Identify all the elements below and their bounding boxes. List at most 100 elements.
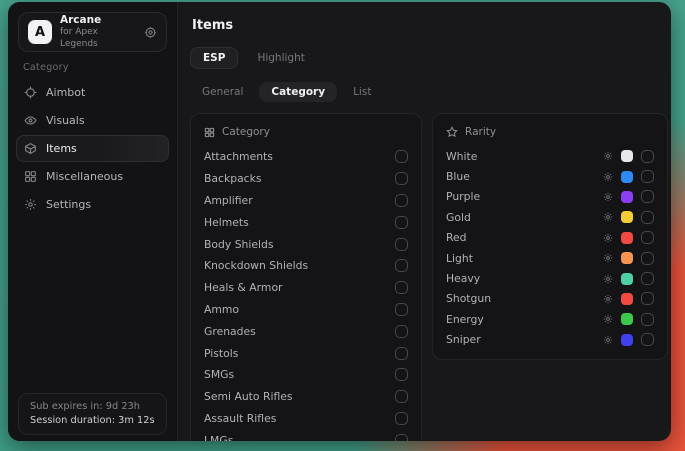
rarity-color-swatch[interactable] <box>621 334 633 346</box>
category-row: Backpacks <box>204 168 408 190</box>
rarity-checkbox[interactable] <box>641 252 654 265</box>
tab-list[interactable]: List <box>341 82 383 102</box>
sidebar: A Arcane for Apex Legends Category Aimbo… <box>8 2 178 441</box>
rarity-panel-title: Rarity <box>465 126 496 138</box>
category-panel-header: Category <box>204 126 408 138</box>
panels: Category Attachments Backpacks Amplifier… <box>190 113 668 441</box>
rarity-checkbox[interactable] <box>641 333 654 346</box>
rarity-settings-icon[interactable] <box>603 335 613 345</box>
rarity-color-swatch[interactable] <box>621 211 633 223</box>
rarity-settings-icon[interactable] <box>603 172 613 182</box>
rarity-settings-icon[interactable] <box>603 314 613 324</box>
category-row: Attachments <box>204 146 408 168</box>
category-checkbox[interactable] <box>395 216 408 229</box>
rarity-settings-icon[interactable] <box>603 212 613 222</box>
rarity-checkbox[interactable] <box>641 190 654 203</box>
category-row: Grenades <box>204 320 408 342</box>
category-row: Pistols <box>204 342 408 364</box>
rarity-checkbox[interactable] <box>641 170 654 183</box>
category-row-label: SMGs <box>204 368 234 381</box>
category-checkbox[interactable] <box>395 150 408 163</box>
rarity-row-label: Heavy <box>446 272 480 285</box>
rarity-color-swatch[interactable] <box>621 171 633 183</box>
rarity-color-swatch[interactable] <box>621 293 633 305</box>
rarity-row: Red <box>446 228 654 248</box>
rarity-checkbox[interactable] <box>641 231 654 244</box>
rarity-row: Gold <box>446 207 654 227</box>
gear-icon <box>24 198 37 211</box>
category-row-label: Knockdown Shields <box>204 259 308 272</box>
category-checkbox[interactable] <box>395 434 408 441</box>
rarity-row-label: Energy <box>446 313 484 326</box>
rarity-row: Blue <box>446 166 654 186</box>
category-row: Body Shields <box>204 233 408 255</box>
category-checkbox[interactable] <box>395 412 408 425</box>
category-checkbox[interactable] <box>395 238 408 251</box>
category-checkbox[interactable] <box>395 194 408 207</box>
category-panel: Category Attachments Backpacks Amplifier… <box>190 113 422 441</box>
rarity-settings-icon[interactable] <box>603 151 613 161</box>
tab-bar: General Category List <box>190 82 668 102</box>
grid-small-icon <box>204 127 215 138</box>
sidebar-item-label: Aimbot <box>46 86 85 99</box>
rarity-checkbox[interactable] <box>641 313 654 326</box>
category-row: Heals & Armor <box>204 277 408 299</box>
category-row: Knockdown Shields <box>204 255 408 277</box>
rarity-settings-icon[interactable] <box>603 233 613 243</box>
rarity-color-swatch[interactable] <box>621 252 633 264</box>
rarity-panel-header: Rarity <box>446 126 654 138</box>
rarity-color-swatch[interactable] <box>621 313 633 325</box>
category-checkbox[interactable] <box>395 259 408 272</box>
category-row-label: Assault Rifles <box>204 412 276 425</box>
rarity-row: Sniper <box>446 330 654 350</box>
rarity-color-swatch[interactable] <box>621 273 633 285</box>
esp-toggle[interactable]: ESP <box>190 47 238 69</box>
category-row: SMGs <box>204 364 408 386</box>
target-icon[interactable] <box>144 26 157 39</box>
category-checkbox[interactable] <box>395 172 408 185</box>
category-checkbox[interactable] <box>395 325 408 338</box>
box-icon <box>24 142 37 155</box>
rarity-color-swatch[interactable] <box>621 232 633 244</box>
rarity-row: Heavy <box>446 268 654 288</box>
tab-category[interactable]: Category <box>259 82 337 102</box>
tab-general[interactable]: General <box>190 82 255 102</box>
rarity-color-swatch[interactable] <box>621 191 633 203</box>
rarity-checkbox[interactable] <box>641 150 654 163</box>
rarity-checkbox[interactable] <box>641 292 654 305</box>
sidebar-item-items[interactable]: Items <box>16 135 169 162</box>
sidebar-item-label: Visuals <box>46 114 85 127</box>
sidebar-item-visuals[interactable]: Visuals <box>16 107 169 134</box>
category-row: Amplifier <box>204 190 408 212</box>
app-meta: Arcane for Apex Legends <box>60 14 136 50</box>
category-row: Assault Rifles <box>204 408 408 430</box>
rarity-row-label: Light <box>446 252 473 265</box>
rarity-settings-icon[interactable] <box>603 274 613 284</box>
category-checkbox[interactable] <box>395 390 408 403</box>
grid-icon <box>24 170 37 183</box>
category-row: Ammo <box>204 299 408 321</box>
category-checkbox[interactable] <box>395 303 408 316</box>
sidebar-item-aimbot[interactable]: Aimbot <box>16 79 169 106</box>
category-checkbox[interactable] <box>395 347 408 360</box>
category-panel-title: Category <box>222 126 270 138</box>
rarity-row: Shotgun <box>446 289 654 309</box>
rarity-settings-icon[interactable] <box>603 253 613 263</box>
rarity-checkbox[interactable] <box>641 211 654 224</box>
sidebar-item-settings[interactable]: Settings <box>16 191 169 218</box>
rarity-settings-icon[interactable] <box>603 192 613 202</box>
app-subtitle: for Apex Legends <box>60 27 136 50</box>
rarity-settings-icon[interactable] <box>603 294 613 304</box>
rarity-color-swatch[interactable] <box>621 150 633 162</box>
category-row-label: Ammo <box>204 303 239 316</box>
sidebar-item-miscellaneous[interactable]: Miscellaneous <box>16 163 169 190</box>
category-row-label: Backpacks <box>204 172 262 185</box>
highlight-toggle[interactable]: Highlight <box>244 47 317 69</box>
category-row-label: Amplifier <box>204 194 253 207</box>
rarity-row-label: Red <box>446 231 467 244</box>
category-checkbox[interactable] <box>395 368 408 381</box>
rarity-checkbox[interactable] <box>641 272 654 285</box>
rarity-row: White <box>446 146 654 166</box>
sidebar-item-label: Miscellaneous <box>46 170 123 183</box>
category-checkbox[interactable] <box>395 281 408 294</box>
